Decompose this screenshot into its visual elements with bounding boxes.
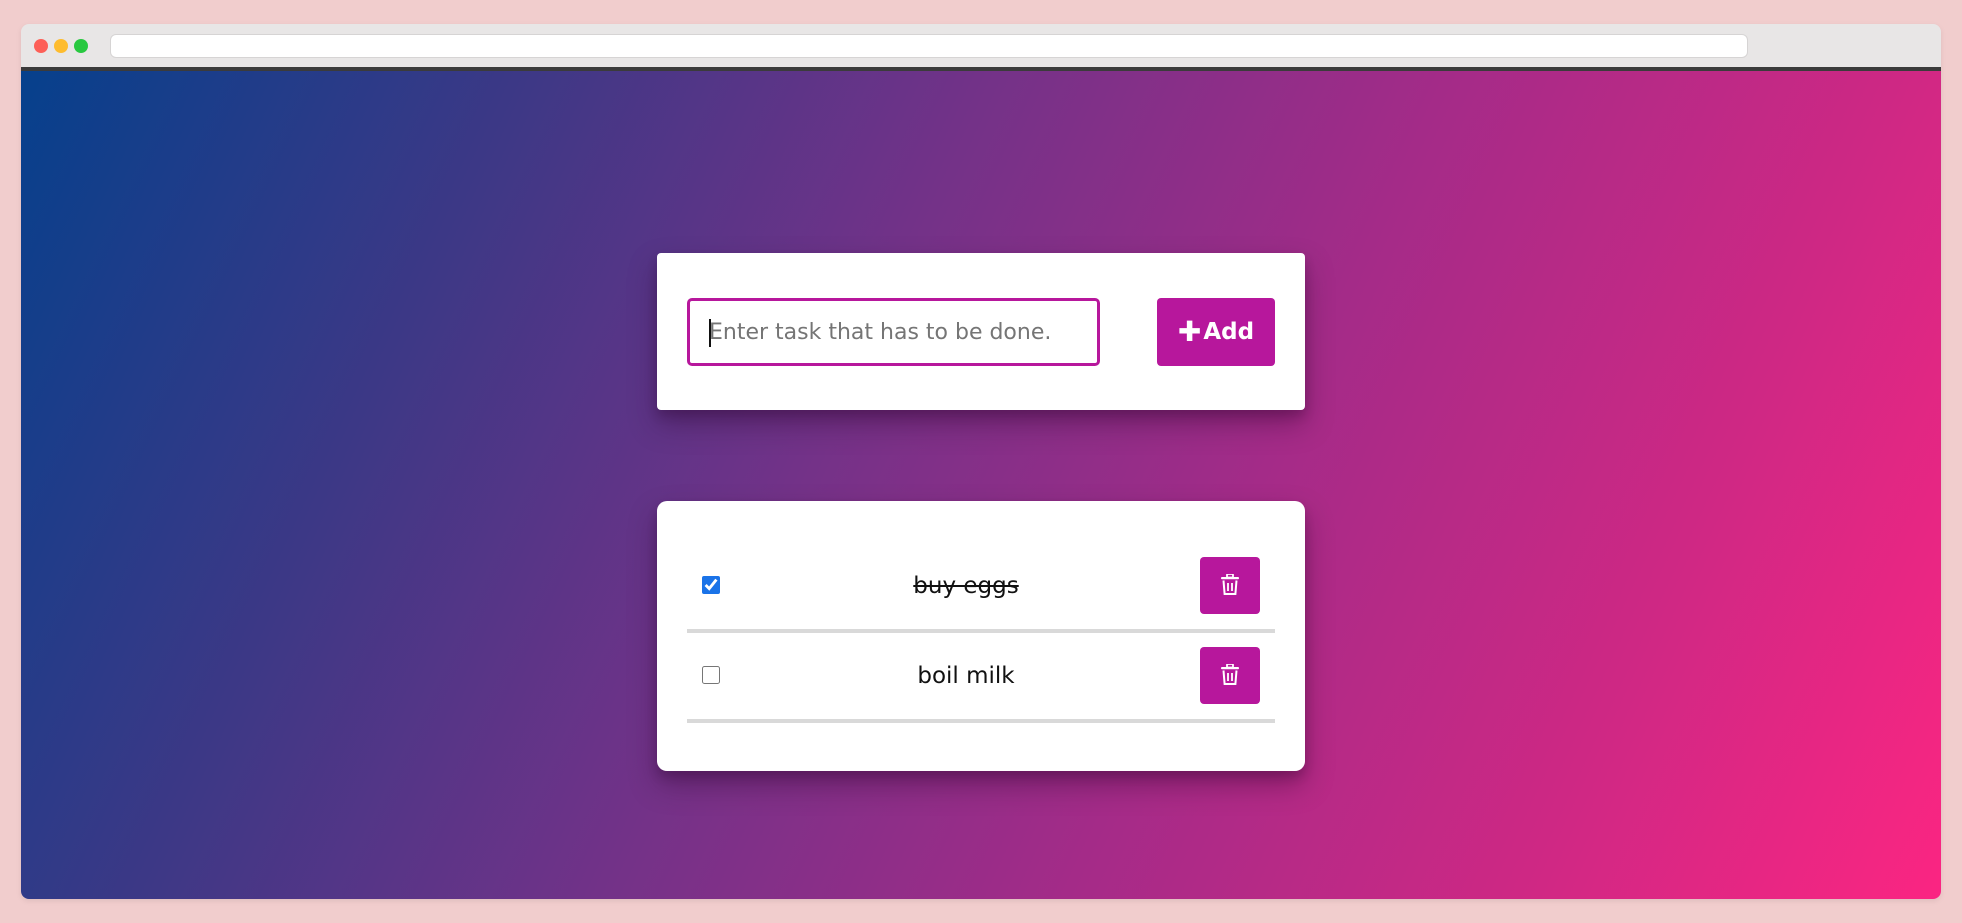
task-done-checkbox[interactable] (702, 666, 720, 684)
address-bar[interactable] (110, 34, 1748, 58)
delete-task-button[interactable] (1200, 647, 1260, 704)
task-row: buy eggs (687, 543, 1275, 633)
add-task-button[interactable]: ✚ Add (1157, 298, 1275, 366)
maximize-window-icon[interactable] (74, 39, 88, 53)
close-window-icon[interactable] (34, 39, 48, 53)
trash-icon (1221, 662, 1239, 688)
task-input[interactable] (687, 298, 1100, 366)
task-row: boil milk (687, 633, 1275, 723)
task-done-checkbox[interactable] (702, 576, 720, 594)
task-text: buy eggs (913, 573, 1019, 599)
task-list-card: buy eggs boil milk (657, 501, 1305, 771)
delete-task-button[interactable] (1200, 557, 1260, 614)
plus-icon: ✚ (1177, 315, 1202, 348)
add-button-label: Add (1203, 319, 1255, 345)
task-text: boil milk (917, 663, 1015, 689)
trash-icon (1221, 572, 1239, 598)
text-caret (709, 319, 711, 347)
minimize-window-icon[interactable] (54, 39, 68, 53)
page-viewport: ✚ Add buy eggs (21, 71, 1941, 899)
add-task-card: ✚ Add (657, 253, 1305, 410)
browser-titlebar (21, 24, 1941, 70)
browser-window: ✚ Add buy eggs (21, 24, 1941, 899)
